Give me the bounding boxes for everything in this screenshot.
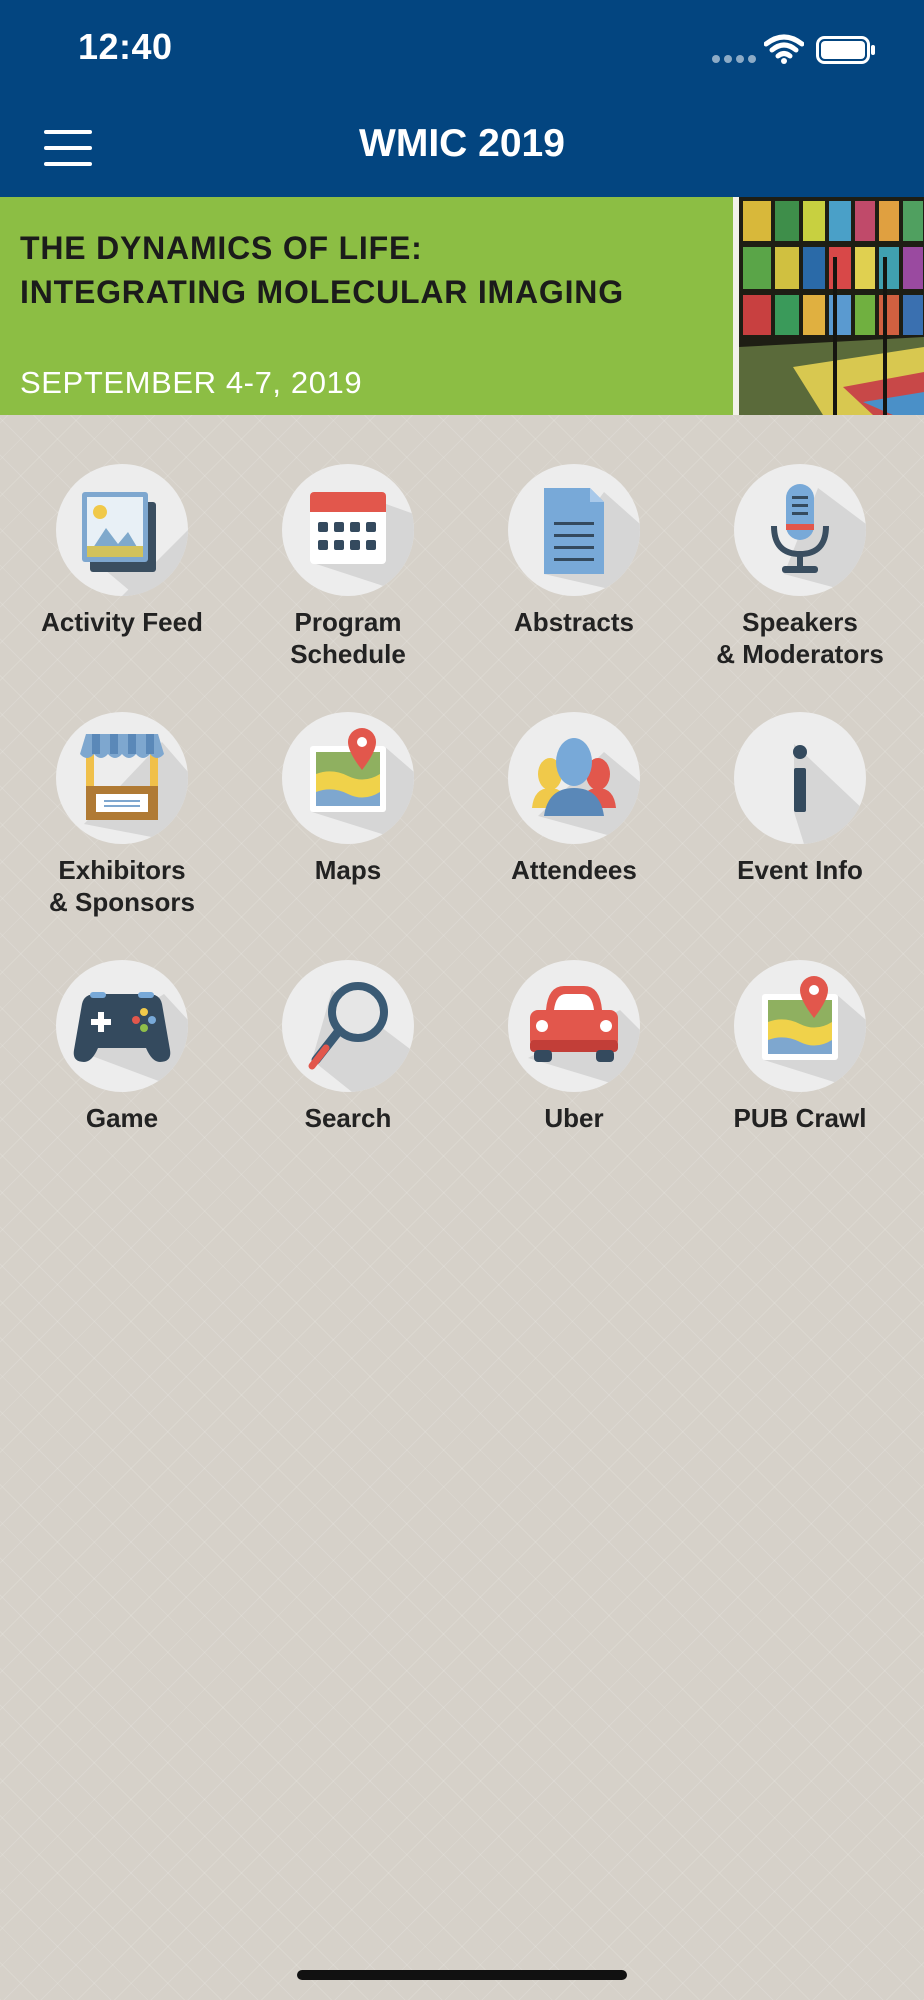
magnifier-icon [282, 960, 414, 1092]
info-icon [734, 712, 866, 844]
tile-label: Program Schedule [290, 607, 406, 669]
page-title: WMIC 2019 [359, 122, 565, 165]
tile-label: Game [85, 1103, 159, 1133]
tile-uber[interactable]: Uber [461, 930, 687, 1170]
battery-icon [816, 36, 875, 64]
tile-search[interactable]: Search [235, 930, 461, 1170]
tile-label: Activity Feed [41, 607, 203, 637]
document-icon [508, 464, 640, 596]
tile-exhibitors-sponsors[interactable]: Exhibitors & Sponsors [9, 682, 235, 922]
tile-label: Abstracts [514, 607, 634, 637]
cellular-signal-icon [712, 55, 756, 63]
calendar-icon [282, 464, 414, 596]
home-indicator[interactable] [297, 1970, 627, 1980]
banner-dates: SEPTEMBER 4-7, 2019 [20, 365, 363, 400]
tile-label: Search [304, 1103, 392, 1133]
image-gallery-icon [56, 464, 188, 596]
tile-abstracts[interactable]: Abstracts [461, 434, 687, 674]
tile-label: Maps [314, 855, 382, 885]
tile-label: PUB Crawl [733, 1103, 867, 1133]
banner-headline-line-2: INTEGRATING MOLECULAR IMAGING [20, 274, 624, 310]
tile-label: Attendees [511, 855, 637, 885]
event-banner: THE DYNAMICS OF LIFE: INTEGRATING MOLECU… [0, 197, 924, 415]
top-bar: 12:40 WMIC 2019 [0, 0, 924, 197]
tile-game[interactable]: Game [9, 930, 235, 1170]
banner-headline-line-1: THE DYNAMICS OF LIFE: [20, 230, 423, 266]
people-icon [508, 712, 640, 844]
tile-attendees[interactable]: Attendees [461, 682, 687, 922]
stained-glass-photo [733, 197, 924, 415]
tile-label: Uber [544, 1103, 604, 1133]
tile-maps[interactable]: Maps [235, 682, 461, 922]
microphone-icon [734, 464, 866, 596]
map-pin-icon [734, 960, 866, 1092]
tile-program-schedule[interactable]: Program Schedule [235, 434, 461, 674]
map-pin-icon [282, 712, 414, 844]
status-time: 12:40 [78, 26, 173, 67]
tile-activity-feed[interactable]: Activity Feed [9, 434, 235, 674]
tile-event-info[interactable]: Event Info [687, 682, 913, 922]
tile-speakers-moderators[interactable]: Speakers & Moderators [687, 434, 913, 674]
car-icon [508, 960, 640, 1092]
tile-pub-crawl[interactable]: PUB Crawl [687, 930, 913, 1170]
gamepad-icon [56, 960, 188, 1092]
tile-label: Event Info [737, 855, 863, 885]
tile-label: Speakers & Moderators [716, 607, 884, 669]
booth-icon [56, 712, 188, 844]
wifi-icon [764, 34, 804, 64]
tile-label: Exhibitors & Sponsors [49, 855, 195, 917]
